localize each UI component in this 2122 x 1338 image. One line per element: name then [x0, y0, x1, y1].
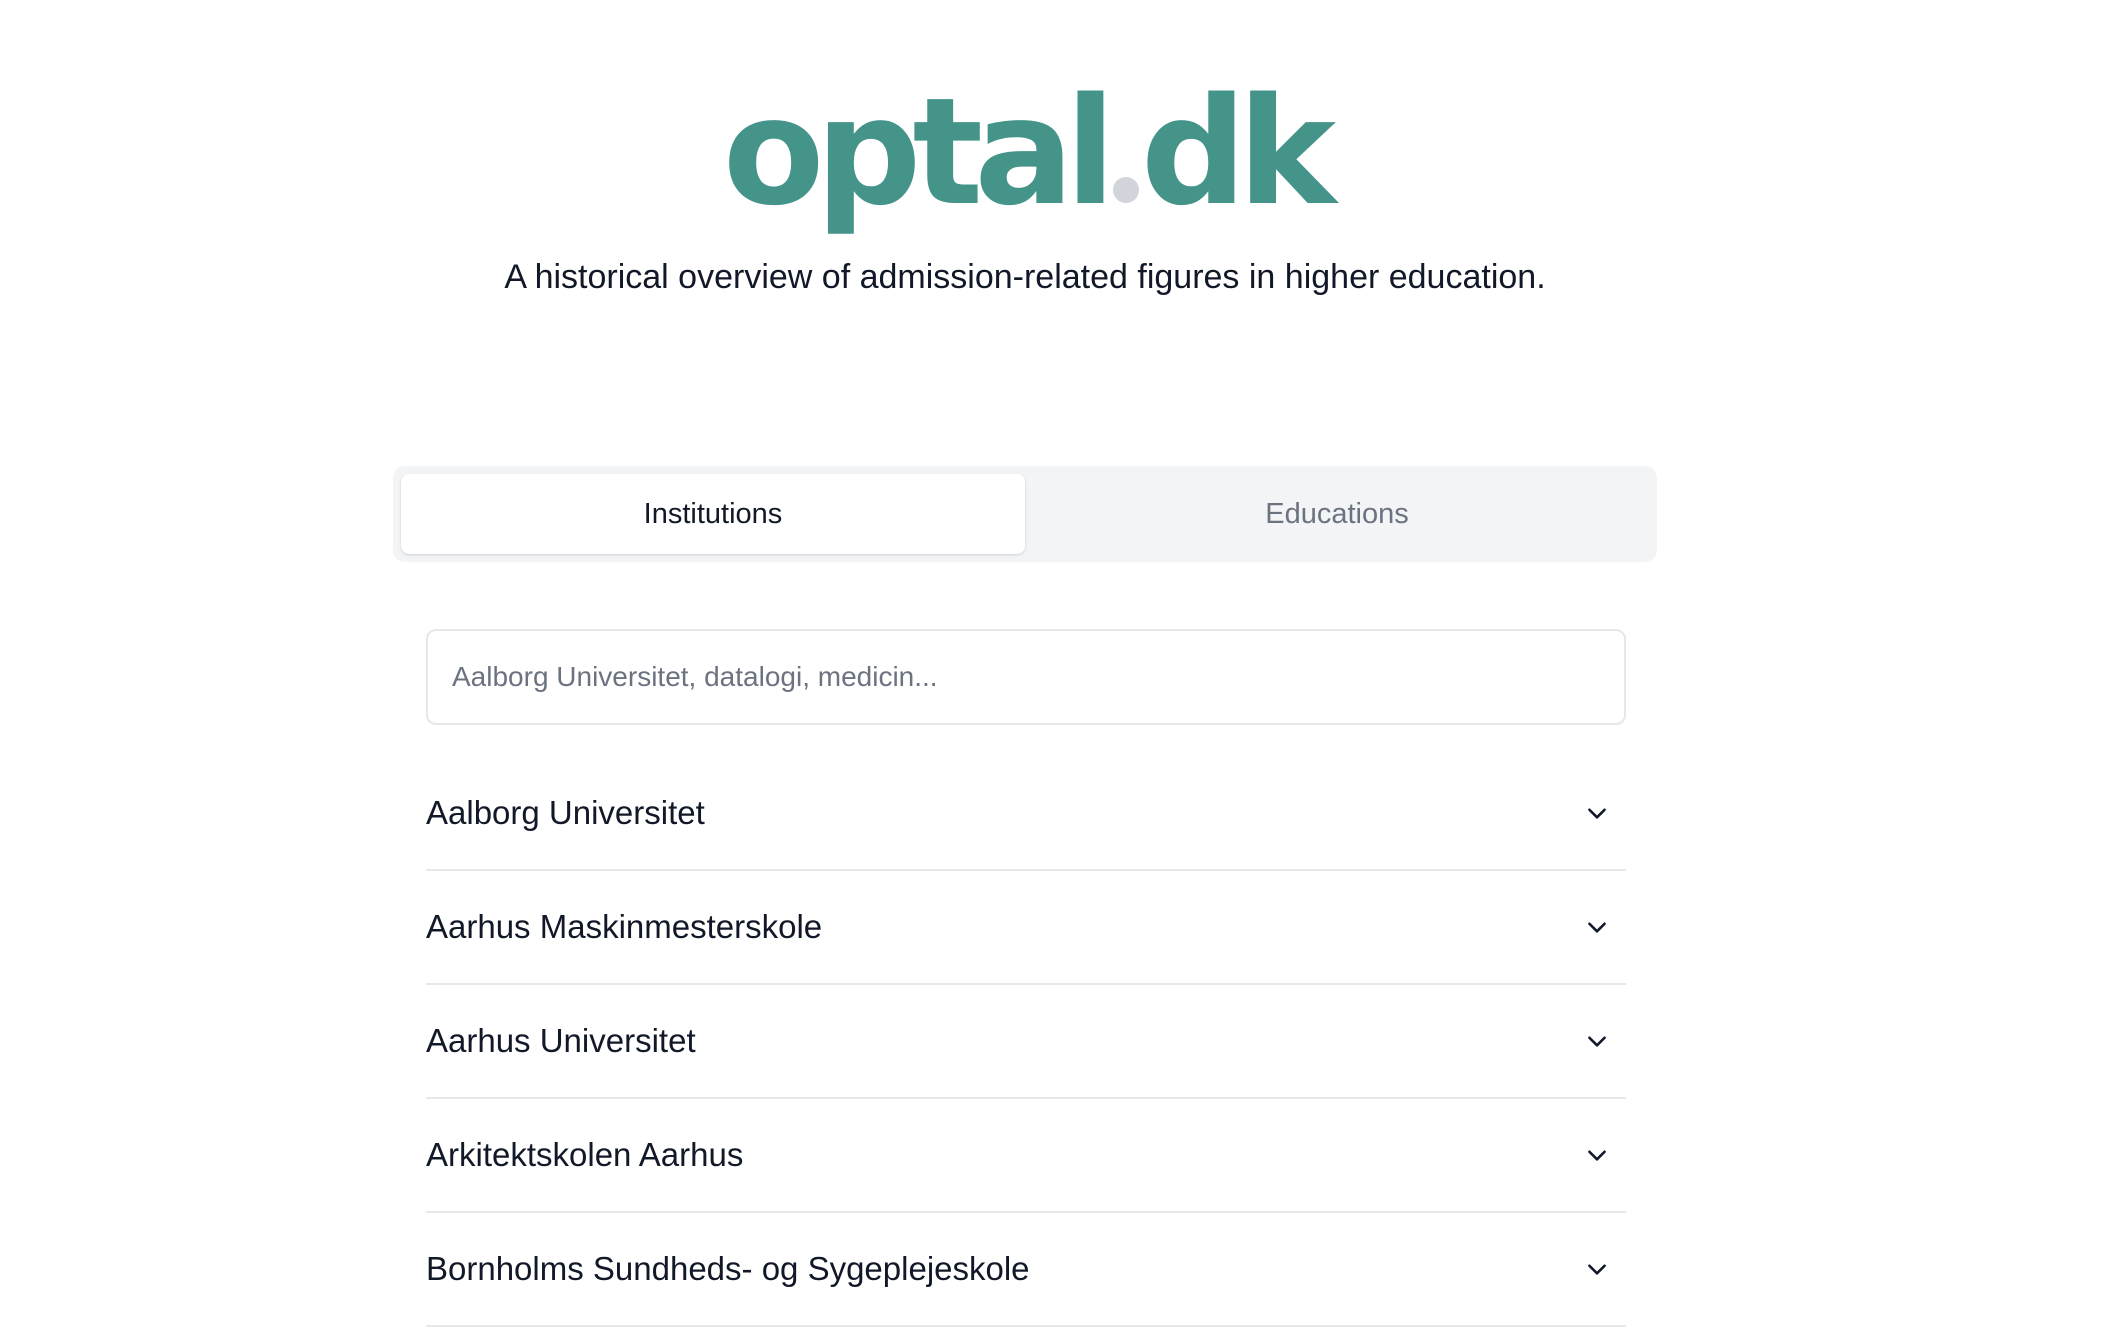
list-item-aarhus-universitet[interactable]: Aarhus Universitet: [426, 985, 1626, 1099]
chevron-down-icon: [1588, 1036, 1606, 1047]
list-item-label: Aalborg Universitet: [426, 794, 705, 831]
site-logo[interactable]: optal dk: [0, 78, 2050, 226]
chevron-down-icon: [1588, 922, 1606, 933]
list-item-label: Arkitektskolen Aarhus: [426, 1136, 744, 1173]
list-item-label: Aarhus Universitet: [426, 1022, 696, 1059]
list-item-label: Bornholms Sundheds- og Sygeplejeskole: [426, 1250, 1030, 1287]
list-item-aarhus-maskinmesterskole[interactable]: Aarhus Maskinmesterskole: [426, 871, 1626, 985]
page: optal dk A historical overview of admissi…: [0, 0, 2122, 1338]
tab-educations[interactable]: Educations: [1025, 474, 1649, 554]
tab-bar: Institutions Educations: [393, 466, 1657, 562]
chevron-down-icon: [1588, 1150, 1606, 1161]
institution-list: Aalborg Universitet Aarhus Maskinmesters…: [426, 757, 1626, 1327]
logo-dot-icon: [1112, 177, 1139, 203]
chevron-down-icon: [1588, 808, 1606, 819]
chevron-down-icon: [1588, 1264, 1606, 1275]
search-input[interactable]: [426, 629, 1626, 725]
list-item-aalborg-universitet[interactable]: Aalborg Universitet: [426, 757, 1626, 871]
list-item-label: Aarhus Maskinmesterskole: [426, 908, 823, 945]
logo-text-optal: optal: [722, 66, 1116, 238]
tagline: A historical overview of admission-relat…: [504, 258, 1546, 296]
logo-text-dk: dk: [1140, 66, 1336, 238]
list-item-arkitektskolen-aarhus[interactable]: Arkitektskolen Aarhus: [426, 1099, 1626, 1213]
list-item-bornholms-sundheds-og-sygeplejeskole[interactable]: Bornholms Sundheds- og Sygeplejeskole: [426, 1213, 1626, 1327]
tab-institutions[interactable]: Institutions: [401, 474, 1025, 554]
